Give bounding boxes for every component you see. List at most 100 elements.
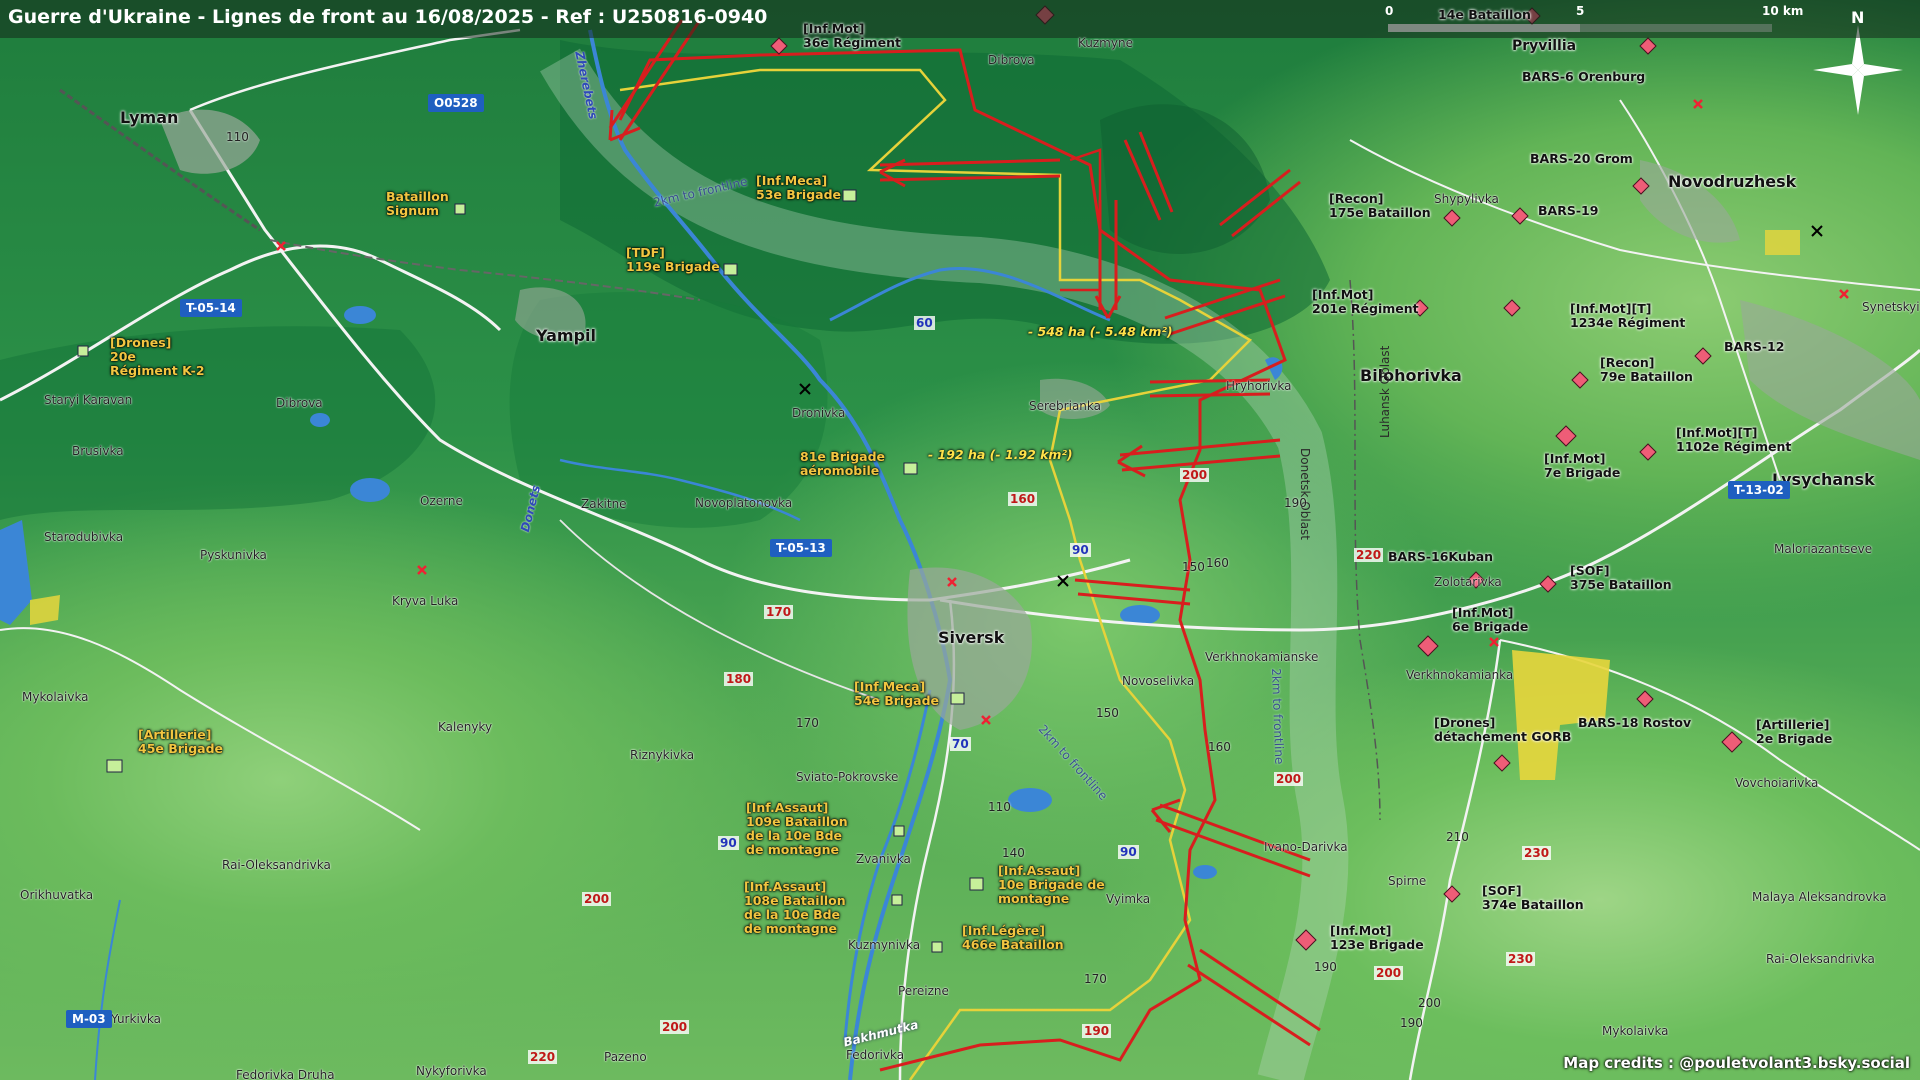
village-spirne: Spirne: [1388, 874, 1427, 888]
elevation-label: 110: [226, 130, 249, 144]
town-pryvillia[interactable]: Pryvillia: [1512, 38, 1576, 54]
village-verkhnokamianka: Verkhnokamianka: [1406, 668, 1514, 682]
area-change-192: - 192 ha (- 1.92 km²): [928, 447, 1073, 462]
area-change-548: - 548 ha (- 5.48 km²): [1028, 324, 1173, 339]
unit-ua-signum[interactable]: Bataillon Signum: [386, 190, 449, 218]
village-synetskyi: Synetskyi: [1862, 300, 1920, 314]
elevation-label: 200: [1418, 996, 1441, 1010]
unit-ru-gorb-detachment[interactable]: [Drones] détachement GORB: [1434, 716, 1571, 744]
lake: [1008, 788, 1052, 812]
village-vyimka: Vyimka: [1106, 892, 1151, 906]
elevation-label: 160: [1208, 740, 1231, 754]
elevation-label: 190: [1284, 496, 1307, 510]
unit-ru-201-regiment[interactable]: [Inf.Mot] 201e Régiment: [1312, 288, 1419, 316]
unit-ru-1102-regiment[interactable]: [Inf.Mot][T] 1102e Régiment: [1676, 426, 1791, 454]
town-siversk[interactable]: Siversk: [938, 628, 1004, 647]
unit-ru-36-regiment[interactable]: [Inf.Mot] 36e Régiment: [803, 22, 901, 50]
town-bilohorivka[interactable]: Bilohorivka: [1360, 366, 1462, 385]
village-orikhuvatka: Orikhuvatka: [20, 888, 94, 902]
unit-ru-bars6[interactable]: BARS-6 Orenburg: [1522, 70, 1645, 84]
unit-ru-2-artillery[interactable]: [Artillerie] 2e Brigade: [1756, 718, 1832, 746]
unit-ua-10-mountain-brigade[interactable]: [Inf.Assaut] 10e Brigade de montagne: [998, 864, 1105, 906]
village-rai-oleksandrivka-e: Rai-Oleksandrivka: [1766, 952, 1875, 966]
unit-ua-53-brigade[interactable]: [Inf.Meca] 53e Brigade: [756, 174, 841, 202]
village-hryhorivka: Hryhorivka: [1226, 379, 1292, 393]
village-fedorivka-druha: Fedorivka Druha: [236, 1068, 335, 1080]
village-maloriazantseve: Maloriazantseve: [1774, 542, 1873, 556]
unit-ua-119-brigade[interactable]: [TDF] 119e Brigade: [626, 246, 720, 274]
lake: [1193, 865, 1217, 879]
unit-ua-81-brigade[interactable]: 81e Brigade aéromobile: [800, 450, 885, 478]
village-mykolaivka-e: Mykolaivka: [1602, 1024, 1669, 1038]
unit-ru-79-battalion[interactable]: [Recon] 79e Bataillon: [1600, 356, 1693, 384]
unit-ru-374-battalion[interactable]: [SOF] 374e Bataillon: [1482, 884, 1584, 912]
map-canvas[interactable]: Guerre d'Ukraine - Lignes de front au 16…: [0, 0, 1920, 1080]
unit-ua-466-battalion[interactable]: [Inf.Légère] 466e Bataillon: [962, 924, 1064, 952]
village-zolotarivka: Zolotarivka: [1434, 575, 1502, 589]
town-yampil[interactable]: Yampil: [536, 326, 596, 345]
unit-ua-108-battalion[interactable]: [Inf.Assaut] 108e Bataillon de la 10e Bd…: [744, 880, 846, 936]
unit-ua-k2-regiment[interactable]: [Drones] 20e Régiment K-2: [110, 336, 205, 378]
elevation-label: 200: [1374, 966, 1404, 980]
lake: [310, 413, 330, 427]
elevation-label: 230: [1506, 952, 1536, 966]
unit-ru-7-brigade[interactable]: [Inf.Mot] 7e Brigade: [1544, 452, 1620, 480]
elevation-label: 220: [1354, 548, 1384, 562]
road-shield-m03: M-03: [66, 1010, 112, 1028]
village-kalenyky: Kalenyky: [438, 720, 493, 734]
unit-ru-bars19[interactable]: BARS-19: [1538, 204, 1598, 218]
village-riznykivka: Riznykivka: [630, 748, 695, 762]
elevation-label: 150: [1096, 706, 1119, 720]
elevation-label: 190: [1314, 960, 1337, 974]
compass-north-label: N: [1851, 8, 1865, 27]
elevation-label: 90: [718, 836, 739, 850]
map-credit: Map credits : @pouletvolant3.bsky.social: [1563, 1054, 1910, 1072]
unit-ru-bars20[interactable]: BARS-20 Grom: [1530, 152, 1633, 166]
elevation-label: 170: [1084, 972, 1107, 986]
village-novoselivka: Novoselivka: [1122, 674, 1195, 688]
elevation-label: 180: [724, 672, 754, 686]
unit-ru-1234-regiment[interactable]: [Inf.Mot][T] 1234e Régiment: [1570, 302, 1685, 330]
unit-ru-123-brigade[interactable]: [Inf.Mot] 123e Brigade: [1330, 924, 1424, 952]
compass-star: [1813, 25, 1903, 115]
village-sviato-pokrovske: Sviato-Pokrovske: [796, 770, 899, 784]
lake: [344, 306, 376, 324]
village-nykyforivka: Nykyforivka: [416, 1064, 487, 1078]
unit-ru-375-battalion[interactable]: [SOF] 375e Bataillon: [1570, 564, 1672, 592]
village-novoplatonovka: Novoplatonovka: [695, 496, 793, 510]
elevation-label: 170: [796, 716, 819, 730]
village-dibrova-n: Dibrova: [988, 53, 1035, 67]
oblast-label-donetsk: Donetsk Oblast: [1298, 448, 1312, 540]
unit-ru-14-battalion[interactable]: 14e Bataillon: [1438, 8, 1531, 22]
elevation-label: 230: [1522, 846, 1552, 860]
map-title: Guerre d'Ukraine - Lignes de front au 16…: [8, 6, 768, 28]
elevation-label: 90: [1118, 845, 1139, 859]
village-pazeno: Pazeno: [604, 1050, 647, 1064]
unit-ua-54-brigade[interactable]: [Inf.Meca] 54e Brigade: [854, 680, 939, 708]
village-shypylivka: Shypylivka: [1434, 192, 1499, 206]
road-shield-t1302: T-13-02: [1728, 481, 1790, 499]
scale-label-5: 5: [1576, 4, 1585, 18]
elevation-label: 160: [1206, 556, 1229, 570]
unit-ru-bars12[interactable]: BARS-12: [1724, 340, 1784, 354]
village-staryi-karavan: Staryi Karavan: [44, 393, 133, 407]
town-novodruzhesk[interactable]: Novodruzhesk: [1668, 172, 1796, 191]
unit-ru-bars16[interactable]: BARS-16Kuban: [1388, 550, 1493, 564]
road-shield-t0514: T-05-14: [180, 299, 242, 317]
unit-ua-109-battalion[interactable]: [Inf.Assaut] 109e Bataillon de la 10e Bd…: [746, 801, 848, 857]
village-kryva-luka: Kryva Luka: [392, 594, 459, 608]
unit-ua-45-artillery[interactable]: [Artillerie] 45e Brigade: [138, 728, 223, 756]
town-lyman[interactable]: Lyman: [120, 108, 178, 127]
elevation-label: 70: [950, 737, 971, 751]
village-starodubivka: Starodubivka: [44, 530, 124, 544]
village-dronivka: Dronivka: [792, 406, 846, 420]
unit-ru-bars18[interactable]: BARS-18 Rostov: [1578, 716, 1691, 730]
village-dibrova-w: Dibrova: [276, 396, 323, 410]
unit-ru-6-brigade[interactable]: [Inf.Mot] 6e Brigade: [1452, 606, 1528, 634]
village-verkhnokamianske: Verkhnokamianske: [1205, 650, 1319, 664]
elevation-label: 140: [1002, 846, 1025, 860]
lake: [350, 478, 390, 502]
village-mykolaivka-w: Mykolaivka: [22, 690, 89, 704]
unit-ru-175-battalion[interactable]: [Recon] 175e Bataillon: [1329, 192, 1431, 220]
elevation-label: 150: [1182, 560, 1205, 574]
